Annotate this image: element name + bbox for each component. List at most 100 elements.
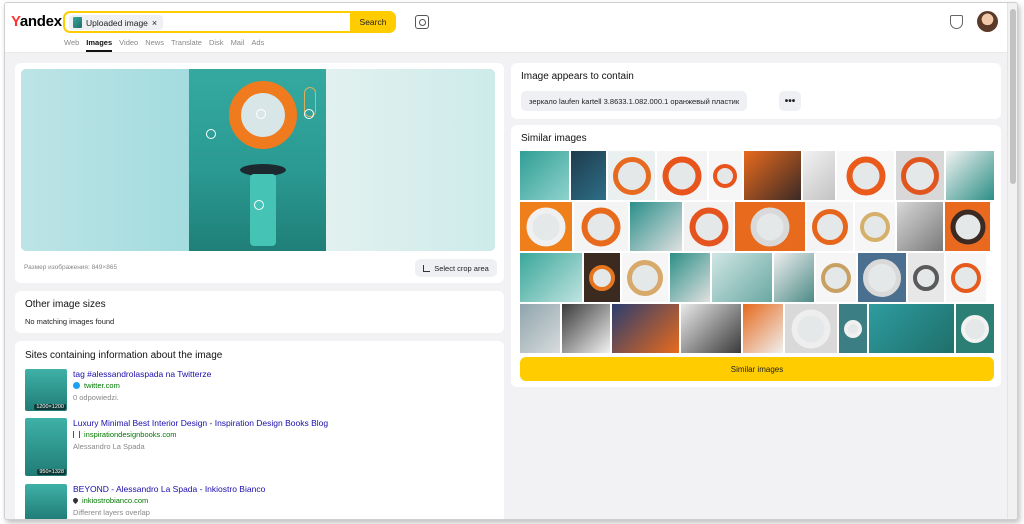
- nav-disk[interactable]: Disk: [209, 38, 224, 52]
- similar-images-row: [520, 202, 994, 251]
- site-title-link[interactable]: Luxury Minimal Best Interior Design - In…: [73, 418, 328, 428]
- object-tag-button[interactable]: зеркало laufen kartell 3.8633.1.082.000.…: [521, 91, 748, 111]
- yandex-logo[interactable]: Yandex: [11, 13, 62, 30]
- image-blur-right: [326, 69, 495, 251]
- nav-images[interactable]: Images: [86, 38, 113, 52]
- site-description: 0 odpowiedzi.: [73, 393, 119, 402]
- nav-web[interactable]: Web: [64, 38, 79, 52]
- similar-image-thumbnail[interactable]: [945, 202, 990, 251]
- similar-image-thumbnail[interactable]: [681, 304, 742, 353]
- similar-image-thumbnail[interactable]: [630, 202, 682, 251]
- other-sizes-title: Other image sizes: [25, 299, 106, 310]
- similar-image-thumbnail[interactable]: [838, 304, 867, 353]
- round-mirror-shape: [526, 207, 566, 246]
- similar-image-thumbnail[interactable]: [622, 253, 668, 302]
- query-image: [21, 69, 495, 251]
- similar-image-thumbnail[interactable]: [561, 304, 610, 353]
- similar-image-thumbnail[interactable]: [574, 202, 628, 251]
- shield-icon[interactable]: [950, 15, 963, 29]
- nav-news[interactable]: News: [145, 38, 164, 52]
- site-host-link[interactable]: twitter.com: [73, 381, 120, 390]
- similar-image-thumbnail[interactable]: [520, 253, 582, 302]
- similar-image-thumbnail[interactable]: [774, 253, 814, 302]
- similar-image-thumbnail[interactable]: [712, 253, 772, 302]
- more-button[interactable]: •••: [779, 91, 801, 111]
- site-host-label: inkiostrobianco.com: [82, 496, 149, 505]
- similar-image-thumbnail[interactable]: [670, 253, 710, 302]
- sites-panel: Sites containing information about the i…: [15, 341, 504, 519]
- similar-image-thumbnail[interactable]: [945, 151, 994, 200]
- similar-image-thumbnail[interactable]: [868, 304, 955, 353]
- similar-image-thumbnail[interactable]: [607, 151, 656, 200]
- similar-image-thumbnail[interactable]: [946, 253, 986, 302]
- similar-image-thumbnail[interactable]: [897, 202, 943, 251]
- similar-image-thumbnail[interactable]: [803, 151, 835, 200]
- similar-image-thumbnail[interactable]: [520, 202, 572, 251]
- similar-image-thumbnail[interactable]: [956, 304, 994, 353]
- similar-images-button[interactable]: Similar images: [520, 357, 994, 381]
- nav-mail[interactable]: Mail: [231, 38, 245, 52]
- round-mirror-shape: [846, 156, 886, 195]
- round-mirror-shape: [612, 156, 651, 195]
- similar-image-thumbnail[interactable]: [807, 202, 853, 251]
- similar-image-thumbnail[interactable]: [816, 253, 856, 302]
- site-title-link[interactable]: tag #alessandrolaspada na Twitterze: [73, 369, 211, 379]
- similar-image-thumbnail[interactable]: [744, 151, 802, 200]
- chip-label: Uploaded image: [86, 17, 148, 28]
- round-mirror-shape: [860, 211, 890, 242]
- similar-image-thumbnail[interactable]: [896, 151, 944, 200]
- uploaded-image-chip[interactable]: Uploaded image ×: [69, 15, 164, 30]
- similar-image-thumbnail[interactable]: [571, 151, 606, 200]
- browser-window: Yandex Uploaded image × Search Web Image…: [4, 2, 1018, 520]
- nav-ads[interactable]: Ads: [251, 38, 264, 52]
- site-result: 950×1328 Luxury Minimal Best Interior De…: [25, 418, 485, 478]
- similar-image-thumbnail[interactable]: [855, 202, 895, 251]
- round-mirror-shape: [750, 207, 790, 246]
- page-scrollbar[interactable]: [1007, 3, 1017, 519]
- similar-images-row: [520, 253, 994, 302]
- site-title-link[interactable]: BEYOND - Alessandro La Spada - Inkiostro…: [73, 484, 265, 494]
- scrollbar-thumb[interactable]: [1010, 9, 1016, 184]
- camera-search-icon[interactable]: [415, 15, 429, 29]
- round-mirror-shape: [863, 258, 901, 297]
- object-hotspot[interactable]: [304, 109, 314, 119]
- nav-translate[interactable]: Translate: [171, 38, 202, 52]
- image-size-badge: 1200×1200: [34, 404, 66, 410]
- similar-image-thumbnail[interactable]: [657, 151, 707, 200]
- round-mirror-shape: [950, 209, 985, 244]
- similar-image-thumbnail[interactable]: [611, 304, 680, 353]
- similar-image-thumbnail[interactable]: [735, 202, 805, 251]
- site-thumbnail[interactable]: 950×1328: [25, 418, 67, 476]
- site-thumbnail[interactable]: [25, 484, 67, 519]
- query-image-panel: Размер изображения: 849×865 Select crop …: [15, 63, 504, 283]
- site-host-link[interactable]: inspirationdesignbooks.com: [73, 430, 177, 439]
- round-mirror-shape: [627, 259, 663, 296]
- similar-image-thumbnail[interactable]: [584, 253, 620, 302]
- round-mirror-shape: [951, 262, 981, 293]
- similar-image-thumbnail[interactable]: [784, 304, 837, 353]
- similar-image-thumbnail[interactable]: [520, 304, 560, 353]
- object-hotspot[interactable]: [254, 200, 264, 210]
- similar-image-thumbnail[interactable]: [908, 253, 944, 302]
- site-thumbnail[interactable]: 1200×1200: [25, 369, 67, 411]
- object-hotspot[interactable]: [256, 109, 266, 119]
- similar-image-thumbnail[interactable]: [708, 151, 743, 200]
- close-icon[interactable]: ×: [152, 18, 157, 28]
- similar-image-thumbnail[interactable]: [837, 151, 895, 200]
- search-button[interactable]: Search: [350, 11, 396, 33]
- select-crop-area-button[interactable]: Select crop area: [415, 259, 497, 277]
- image-size-badge: 950×1328: [37, 469, 66, 475]
- site-host-link[interactable]: inkiostrobianco.com: [71, 496, 149, 505]
- similar-image-thumbnail[interactable]: [684, 202, 733, 251]
- round-mirror-shape: [713, 163, 738, 188]
- similar-image-thumbnail[interactable]: [520, 151, 570, 200]
- avatar[interactable]: [977, 11, 998, 32]
- similar-image-thumbnail[interactable]: [743, 304, 783, 353]
- similar-image-thumbnail[interactable]: [858, 253, 906, 302]
- nav-video[interactable]: Video: [119, 38, 138, 52]
- round-mirror-shape: [689, 207, 728, 246]
- round-mirror-shape: [961, 314, 990, 343]
- search-box[interactable]: Uploaded image × Search: [63, 11, 396, 33]
- site-host-label: inspirationdesignbooks.com: [84, 430, 177, 439]
- object-hotspot[interactable]: [206, 129, 216, 139]
